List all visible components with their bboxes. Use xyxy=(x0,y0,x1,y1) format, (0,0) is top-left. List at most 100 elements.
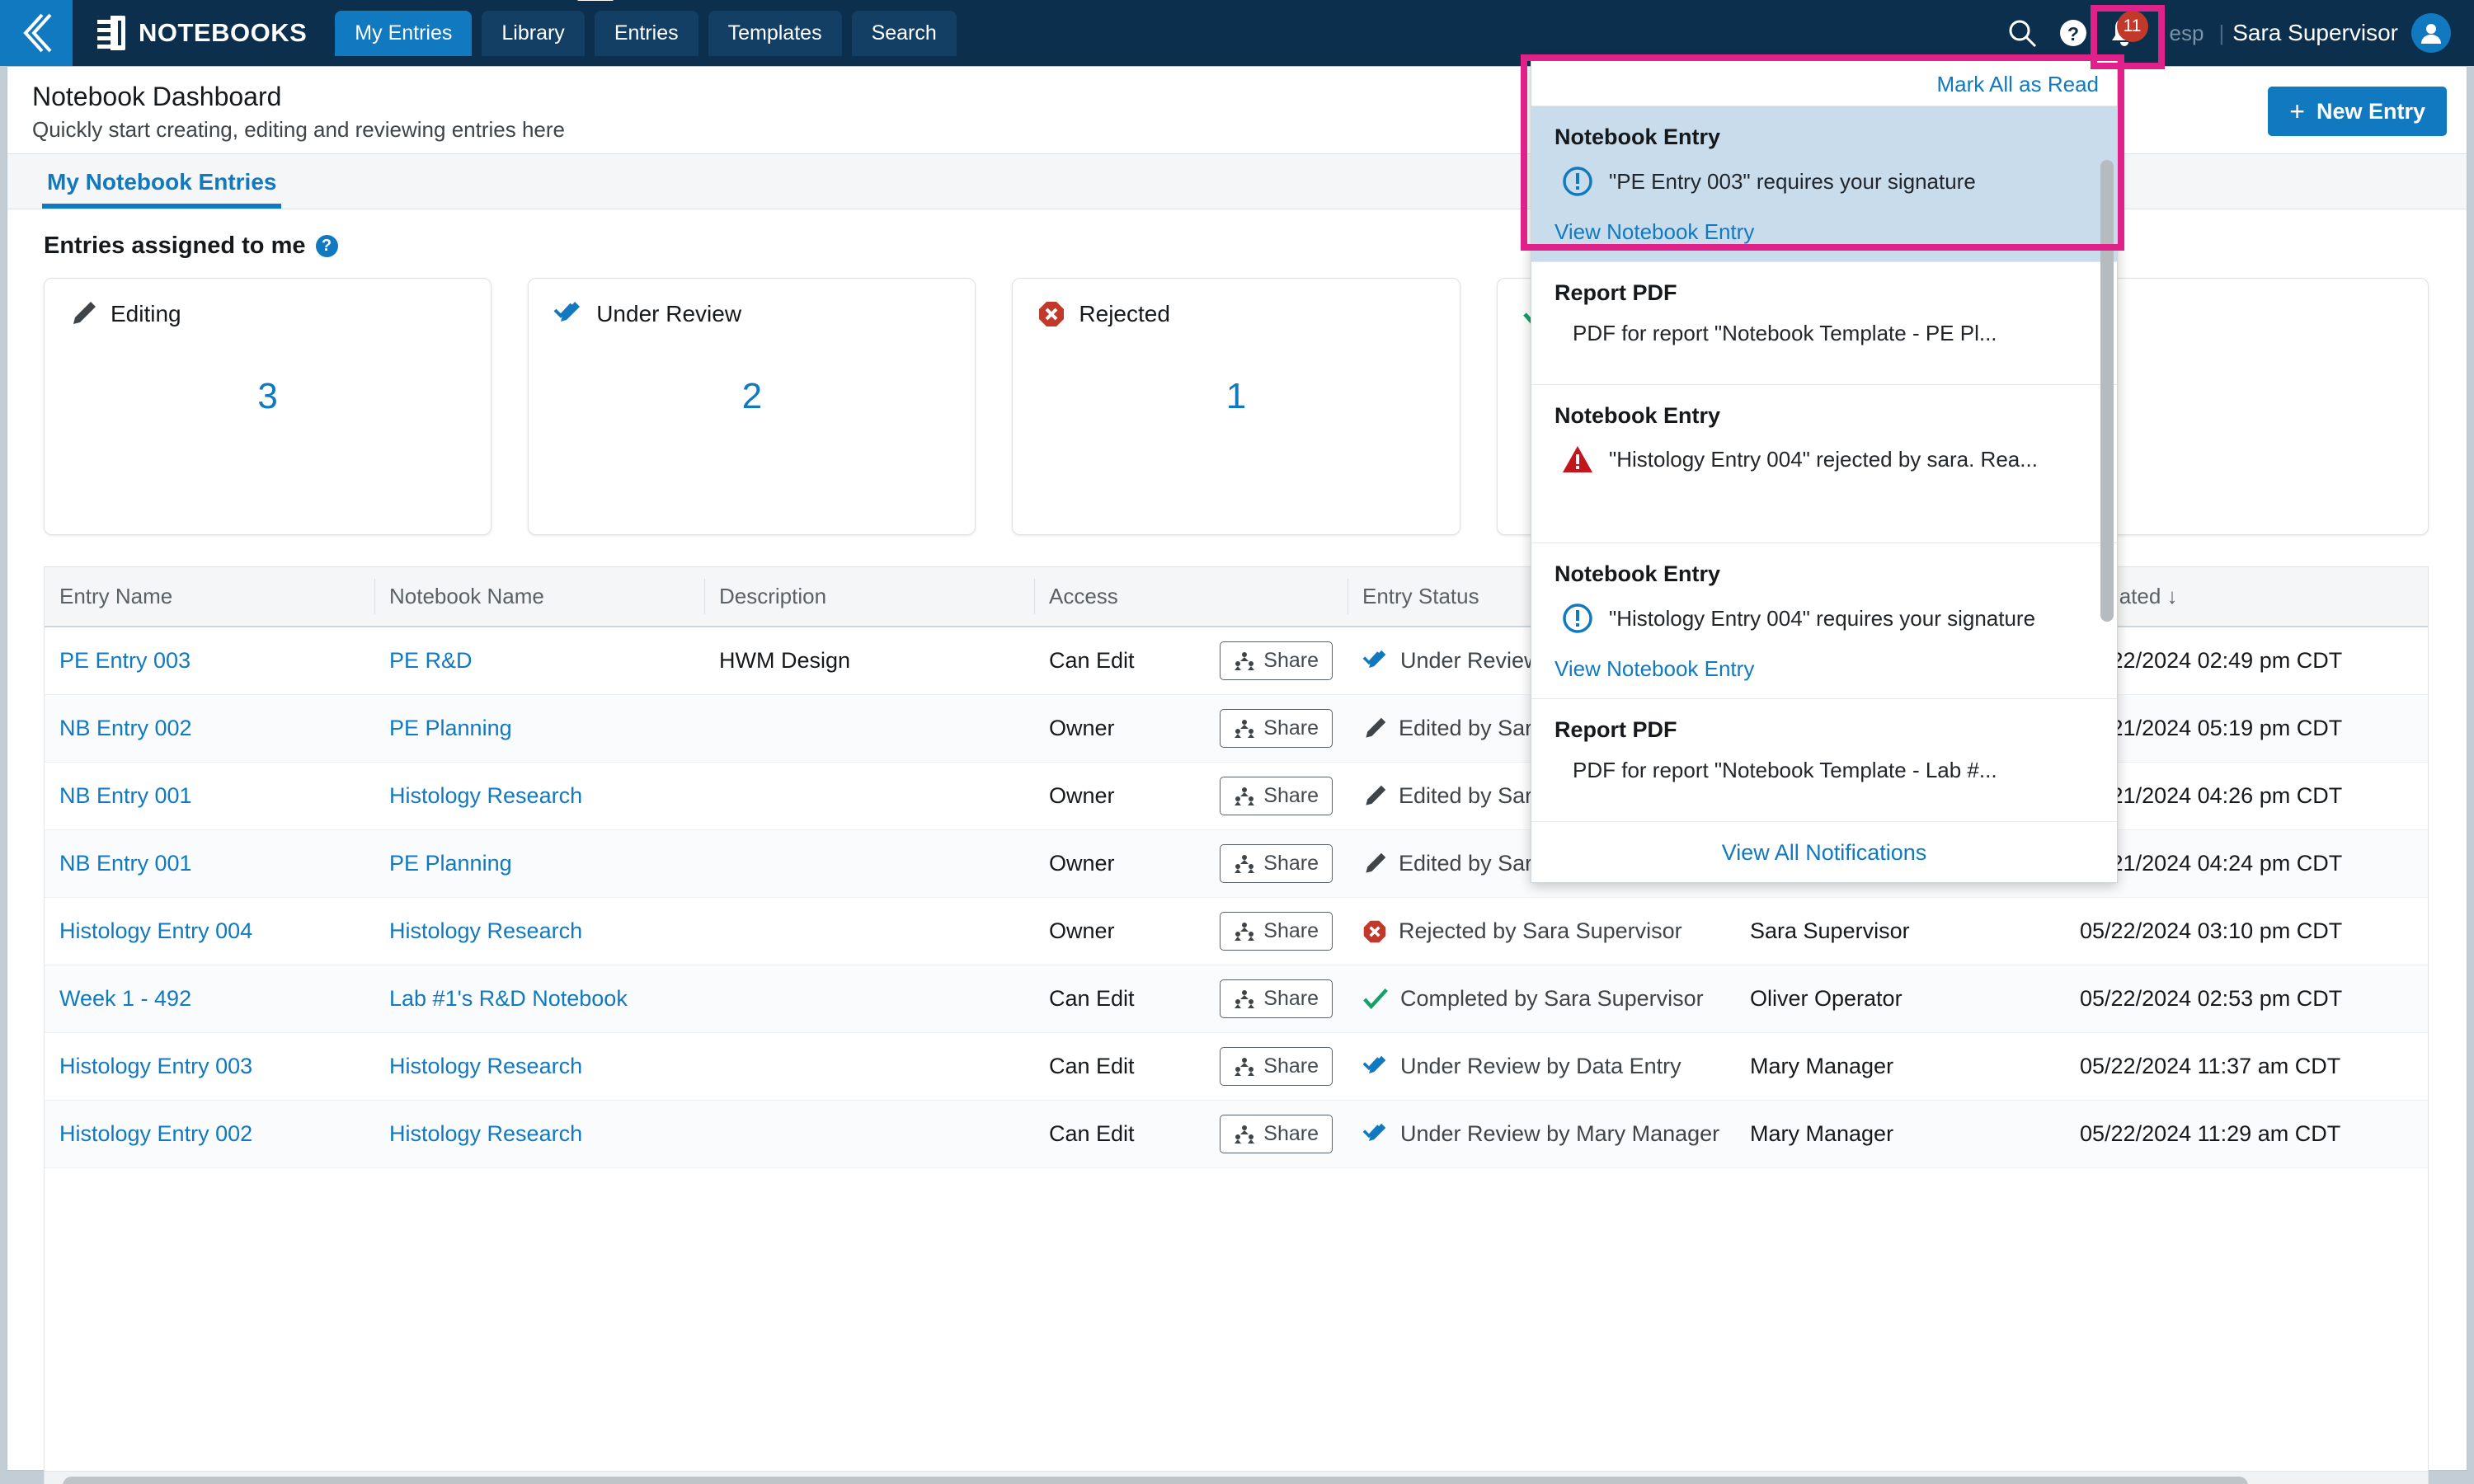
notification-vertical-scrollbar[interactable] xyxy=(2100,160,2114,836)
share-button[interactable]: Share xyxy=(1220,979,1333,1018)
access-value: Can Edit xyxy=(1049,986,1135,1011)
notification-item[interactable]: Notebook Entry "Histology Entry 004" rej… xyxy=(1531,384,2117,542)
search-button[interactable] xyxy=(1997,7,2048,59)
access-value: Owner xyxy=(1049,918,1115,943)
entry-name-link[interactable]: Histology Entry 002 xyxy=(59,1121,252,1146)
scrollbar-thumb[interactable] xyxy=(63,1477,2248,1484)
nav-tab-entries[interactable]: Entries xyxy=(594,10,698,56)
share-button[interactable]: Share xyxy=(1220,777,1333,815)
notification-item[interactable]: Report PDF PDF for report "Notebook Temp… xyxy=(1531,698,2117,821)
access-cell: Owner Share xyxy=(1034,694,1348,763)
status-card-count: 1 xyxy=(1225,376,1247,416)
notebook-logo-icon xyxy=(97,16,125,50)
pencil-icon xyxy=(1362,716,1387,741)
info-exclamation-circle-icon xyxy=(1561,165,1594,198)
entry-name-link[interactable]: Histology Entry 003 xyxy=(59,1054,252,1078)
mark-all-as-read-link[interactable]: Mark All as Read xyxy=(1936,72,2099,96)
entry-status-cell: Completed by Sara Supervisor xyxy=(1348,965,1735,1033)
tab-my-notebook-entries[interactable]: My Notebook Entries xyxy=(42,169,282,209)
name-cell: Mary Manager xyxy=(1735,1100,2065,1168)
share-button[interactable]: Share xyxy=(1220,1047,1333,1086)
notebook-name-link[interactable]: Histology Research xyxy=(389,1054,582,1078)
top-navigation-bar: NOTEBOOKS My Entries Library Entries Tem… xyxy=(0,0,2474,66)
entry-name-link[interactable]: NB Entry 002 xyxy=(59,716,192,740)
column-header-tags[interactable]: Tags xyxy=(2428,567,2429,627)
status-card-under-review[interactable]: Under Review 2 xyxy=(528,278,976,535)
access-value: Owner xyxy=(1049,783,1115,808)
share-people-icon xyxy=(1234,854,1255,874)
table-row[interactable]: Week 1 - 492 Lab #1's R&D Notebook Can E… xyxy=(45,965,2428,1033)
section-help-icon[interactable]: ? xyxy=(315,235,338,257)
view-all-notifications-link[interactable]: View All Notifications xyxy=(1722,840,1927,865)
access-cell: Can Edit Share xyxy=(1034,1032,1348,1101)
info-exclamation-circle-icon xyxy=(1561,602,1594,635)
share-label: Share xyxy=(1263,919,1319,942)
entry-status-text: Completed by Sara Supervisor xyxy=(1400,986,1704,1011)
share-button[interactable]: Share xyxy=(1220,912,1333,951)
notebook-name-link[interactable]: PE R&D xyxy=(389,648,473,673)
share-label: Share xyxy=(1263,649,1319,672)
sidebar-collapse-button[interactable] xyxy=(0,0,73,66)
entry-name-link[interactable]: NB Entry 001 xyxy=(59,783,192,808)
notification-item[interactable]: Notebook Entry "PE Entry 003" requires y… xyxy=(1531,106,2117,261)
notification-message: PDF for report "Notebook Template - PE P… xyxy=(1573,321,1997,345)
entry-status-text: Rejected by Sara Supervisor xyxy=(1399,918,1682,943)
brand-label: NOTEBOOKS xyxy=(139,18,308,47)
new-entry-button[interactable]: + New Entry xyxy=(2268,87,2447,136)
share-button[interactable]: Share xyxy=(1220,641,1333,680)
scrollbar-thumb[interactable] xyxy=(2100,160,2114,622)
table-horizontal-scrollbar[interactable] xyxy=(45,1471,2428,1484)
entry-name-link[interactable]: Week 1 - 492 xyxy=(59,986,191,1011)
view-notebook-entry-link[interactable]: View Notebook Entry xyxy=(1554,219,2094,245)
column-header-entry-name[interactable]: Entry Name xyxy=(45,567,374,627)
column-header-updated[interactable]: Updated ↓ xyxy=(2065,567,2428,627)
help-button[interactable]: ? xyxy=(2048,7,2099,59)
notebook-name-link[interactable]: Histology Research xyxy=(389,783,582,808)
name-cell: Oliver Operator xyxy=(1735,965,2065,1033)
column-header-notebook-name[interactable]: Notebook Name xyxy=(374,567,704,627)
share-people-icon xyxy=(1234,719,1255,739)
updated-cell: 05/21/2024 05:19 pm CDT xyxy=(2065,694,2428,763)
nav-tab-my-entries[interactable]: My Entries xyxy=(335,10,473,56)
table-row[interactable]: Histology Entry 003 Histology Research C… xyxy=(45,1032,2428,1101)
nav-tab-templates[interactable]: Templates xyxy=(708,10,842,56)
share-button[interactable]: Share xyxy=(1220,844,1333,883)
new-entry-label: New Entry xyxy=(2316,98,2425,124)
updated-cell: 05/22/2024 11:37 am CDT xyxy=(2065,1032,2428,1101)
pencil-icon xyxy=(1362,784,1387,809)
share-button[interactable]: Share xyxy=(1220,1115,1333,1153)
language-link[interactable]: esp xyxy=(2163,21,2211,46)
notifications-button[interactable]: 11 xyxy=(2099,7,2150,59)
table-row[interactable]: Histology Entry 002 Histology Research C… xyxy=(45,1100,2428,1168)
view-notebook-entry-link[interactable]: View Notebook Entry xyxy=(1554,656,2094,682)
column-header-description[interactable]: Description xyxy=(704,567,1034,627)
sort-descending-arrow-icon: ↓ xyxy=(2166,584,2178,608)
entry-name-link[interactable]: Histology Entry 004 xyxy=(59,918,252,943)
notebook-name-link[interactable]: PE Planning xyxy=(389,851,512,876)
column-header-access[interactable]: Access xyxy=(1034,567,1348,627)
brand[interactable]: NOTEBOOKS xyxy=(97,16,307,50)
status-card-label: Rejected xyxy=(1079,301,1170,326)
status-card-label: Editing xyxy=(111,301,181,326)
table-row[interactable]: Histology Entry 004 Histology Research O… xyxy=(45,897,2428,965)
user-avatar-icon[interactable] xyxy=(2411,13,2451,53)
user-name-label[interactable]: Sara Supervisor xyxy=(2232,20,2411,46)
status-card-editing[interactable]: Editing 3 xyxy=(44,278,492,535)
status-card-rejected[interactable]: Rejected 1 xyxy=(1012,278,1460,535)
description-cell xyxy=(704,1100,1034,1168)
notebook-name-link[interactable]: Histology Research xyxy=(389,918,582,943)
notebook-name-link[interactable]: Histology Research xyxy=(389,1121,582,1146)
notification-message: "PE Entry 003" requires your signature xyxy=(1609,168,1976,194)
notification-item[interactable]: Notebook Entry "Histology Entry 004" req… xyxy=(1531,542,2117,698)
notebook-name-link[interactable]: Lab #1's R&D Notebook xyxy=(389,986,628,1011)
notification-item[interactable]: Report PDF PDF for report "Notebook Temp… xyxy=(1531,261,2117,384)
share-button[interactable]: Share xyxy=(1220,709,1333,748)
nav-tab-library[interactable]: Library xyxy=(482,10,585,56)
tags-cell xyxy=(2428,830,2429,898)
entry-name-link[interactable]: NB Entry 001 xyxy=(59,851,192,876)
description-cell xyxy=(704,965,1034,1033)
entry-name-link[interactable]: PE Entry 003 xyxy=(59,648,190,673)
notebook-name-link[interactable]: PE Planning xyxy=(389,716,512,740)
share-label: Share xyxy=(1263,1054,1319,1078)
nav-tab-search[interactable]: Search xyxy=(851,10,957,56)
